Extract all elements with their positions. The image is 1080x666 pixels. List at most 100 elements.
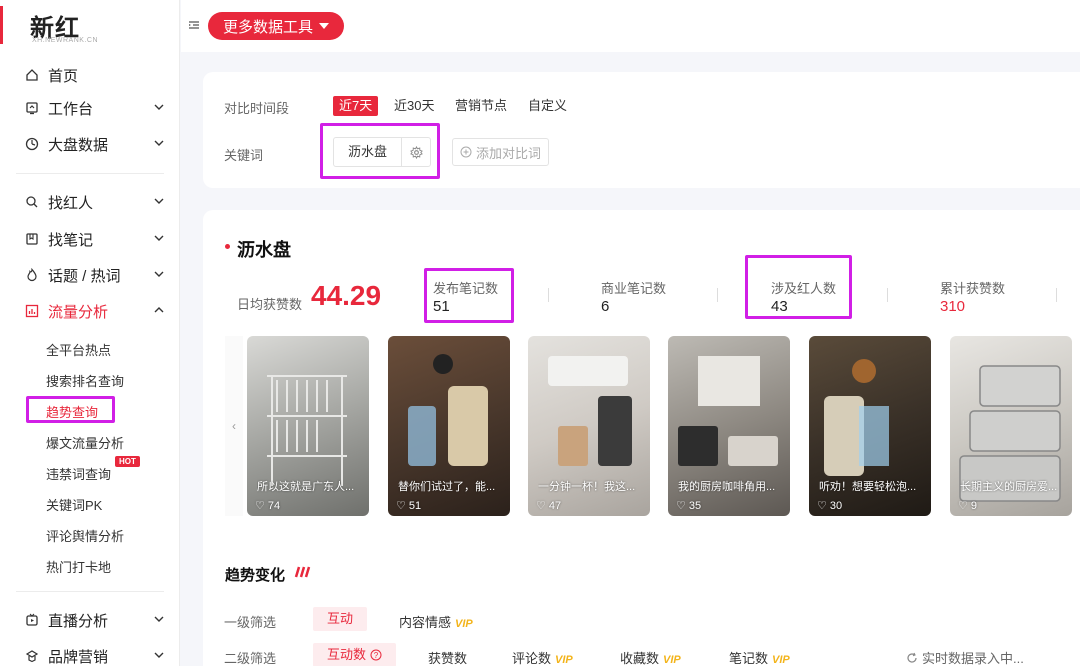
brand-icon — [24, 648, 40, 664]
level2-option-favorites[interactable]: 收藏数 VIP — [620, 648, 681, 666]
sidebar-item-label: 话题 / 热词 — [48, 267, 121, 285]
note-likes-count: 74 — [267, 499, 281, 512]
realtime-text: 实时数据录入中... — [922, 651, 1024, 666]
note-thumbnail[interactable]: 长期主义的厨房爱... ♡ 9 — [950, 336, 1072, 516]
stat-value-commercial-notes: 6 — [601, 298, 610, 315]
notes-icon — [24, 231, 40, 247]
note-thumbnail[interactable]: 所以这就是广东人... ♡ 74 — [247, 336, 369, 516]
carousel-prev-button[interactable]: ‹ — [225, 336, 243, 516]
home-icon — [24, 67, 40, 83]
sidebar-item-market[interactable]: 大盘数据 — [24, 132, 166, 156]
level2-option-interactions[interactable]: 互动数? — [313, 643, 397, 666]
sidebar-item-traffic[interactable]: 流量分析 — [24, 299, 166, 323]
note-caption: 替你们试过了，能... — [398, 481, 496, 493]
brand-logo-subtitle: XH.NEWRANK.CN — [32, 37, 99, 44]
keyword-bullet — [225, 244, 230, 249]
period-option-30d[interactable]: 近30天 — [394, 96, 434, 116]
logo-accent-bar — [0, 6, 3, 44]
sidebar-item-live[interactable]: 直播分析 — [24, 608, 166, 632]
period-option-custom[interactable]: 自定义 — [528, 96, 567, 116]
level2-option-likes[interactable]: 获赞数 — [428, 648, 467, 666]
level2-option-comments[interactable]: 评论数 VIP — [512, 648, 573, 666]
note-likes-count: 30 — [829, 499, 843, 512]
sidebar-item-label: 首页 — [48, 67, 79, 85]
sidebar-subitem-comment-sentiment[interactable]: 评论舆情分析 — [46, 526, 124, 545]
sidebar: 新红 XH.NEWRANK.CN 首页 工作台 大盘数据 找红人 找笔记 话题 … — [0, 0, 180, 666]
sidebar-subitem-viral-analysis[interactable]: 爆文流量分析 — [46, 433, 124, 452]
vip-badge: VIP — [772, 654, 790, 666]
option-label: 互动数 — [327, 647, 367, 662]
note-likes: ♡ 30 — [817, 499, 843, 513]
sidebar-item-label: 找笔记 — [48, 231, 94, 249]
period-option-marketing-node[interactable]: 营销节点 — [455, 96, 507, 116]
sidebar-subitem-search-rank[interactable]: 搜索排名查询 — [46, 371, 124, 390]
option-label: 评论数 — [512, 651, 552, 666]
level2-option-notes[interactable]: 笔记数 VIP — [729, 648, 790, 666]
sidebar-item-home[interactable]: 首页 — [24, 63, 166, 87]
heart-icon: ♡ — [255, 500, 265, 512]
level1-option-sentiment[interactable]: 内容情感 VIP — [399, 612, 473, 631]
chevron-down-icon — [154, 235, 164, 241]
sidebar-item-workbench[interactable]: 工作台 — [24, 96, 166, 120]
note-likes-count: 51 — [408, 499, 422, 512]
collapse-sidebar-icon[interactable] — [187, 18, 201, 32]
sidebar-item-label: 工作台 — [48, 100, 94, 118]
sidebar-item-brand-marketing[interactable]: 品牌营销 — [24, 644, 166, 666]
add-compare-label: 添加对比词 — [475, 145, 541, 161]
note-caption: 长期主义的厨房爱... — [960, 481, 1058, 493]
sidebar-item-label: 找红人 — [48, 194, 94, 212]
period-option-7d[interactable]: 近7天 — [333, 96, 379, 116]
trend-title: 趋势变化 — [225, 567, 286, 584]
stat-separator — [717, 288, 718, 302]
period-label: 对比时间段 — [224, 101, 290, 116]
highlight-box-kol-count — [745, 255, 852, 319]
chevron-down-icon — [154, 104, 164, 110]
highlight-box-keyword — [320, 123, 440, 179]
heart-icon: ♡ — [817, 500, 827, 512]
sidebar-subitem-keyword-pk[interactable]: 关键词PK — [46, 495, 102, 514]
note-caption: 所以这就是广东人... — [257, 481, 355, 493]
note-likes: ♡ 9 — [958, 499, 977, 513]
sidebar-item-label: 品牌营销 — [48, 648, 109, 666]
sidebar-subitem-hot-checkin[interactable]: 热门打卡地 — [46, 557, 111, 576]
search-icon — [24, 194, 40, 210]
more-tools-label: 更多数据工具 — [222, 18, 313, 36]
level1-option-interaction[interactable]: 互动 — [313, 607, 368, 631]
more-tools-button[interactable]: 更多数据工具 — [208, 12, 344, 40]
note-thumbnail[interactable]: 听劝！想要轻松泡... ♡ 30 — [809, 336, 931, 516]
avg-likes-value: 44.29 — [311, 280, 382, 311]
note-likes: ♡ 51 — [396, 499, 422, 513]
note-caption: 我的厨房咖啡角用... — [678, 481, 776, 493]
sidebar-subitem-banned-words[interactable]: 违禁词查询 — [46, 464, 111, 483]
stat-separator — [887, 288, 888, 302]
note-thumbnail[interactable]: 替你们试过了，能... ♡ 51 — [388, 336, 510, 516]
level1-filter-label: 一级筛选 — [224, 615, 277, 630]
note-thumbnail[interactable]: 我的厨房咖啡角用... ♡ 35 — [668, 336, 790, 516]
sidebar-subitem-hotspots[interactable]: 全平台热点 — [46, 340, 111, 359]
chevron-left-icon: ‹ — [232, 419, 236, 433]
sidebar-item-find-notes[interactable]: 找笔记 — [24, 227, 166, 251]
sidebar-item-find-kol[interactable]: 找红人 — [24, 190, 166, 214]
sidebar-item-topics[interactable]: 话题 / 热词 — [24, 263, 166, 287]
help-icon[interactable]: ? — [370, 649, 382, 661]
heart-icon: ♡ — [676, 500, 686, 512]
note-likes-count: 47 — [548, 499, 562, 512]
workbench-icon — [24, 100, 40, 116]
note-thumbnail[interactable]: 一分钟一杯！我这... ♡ 47 — [528, 336, 650, 516]
heart-icon: ♡ — [396, 500, 406, 512]
add-compare-button[interactable]: 添加对比词 — [452, 138, 549, 166]
highlight-box-published-notes — [424, 268, 514, 323]
heart-icon: ♡ — [536, 500, 546, 512]
chevron-down-icon — [154, 198, 164, 204]
option-label: 收藏数 — [620, 651, 660, 666]
sidebar-divider — [16, 591, 164, 592]
avg-likes-label: 日均获赞数 — [237, 297, 303, 312]
option-label: 内容情感 — [399, 615, 452, 630]
heart-icon: ♡ — [958, 500, 968, 512]
level2-filter-label: 二级筛选 — [224, 651, 277, 666]
refresh-icon — [907, 652, 917, 663]
note-likes-count: 9 — [970, 499, 977, 512]
market-data-icon — [24, 136, 40, 152]
chevron-down-icon — [154, 652, 164, 658]
note-likes: ♡ 74 — [255, 499, 281, 513]
